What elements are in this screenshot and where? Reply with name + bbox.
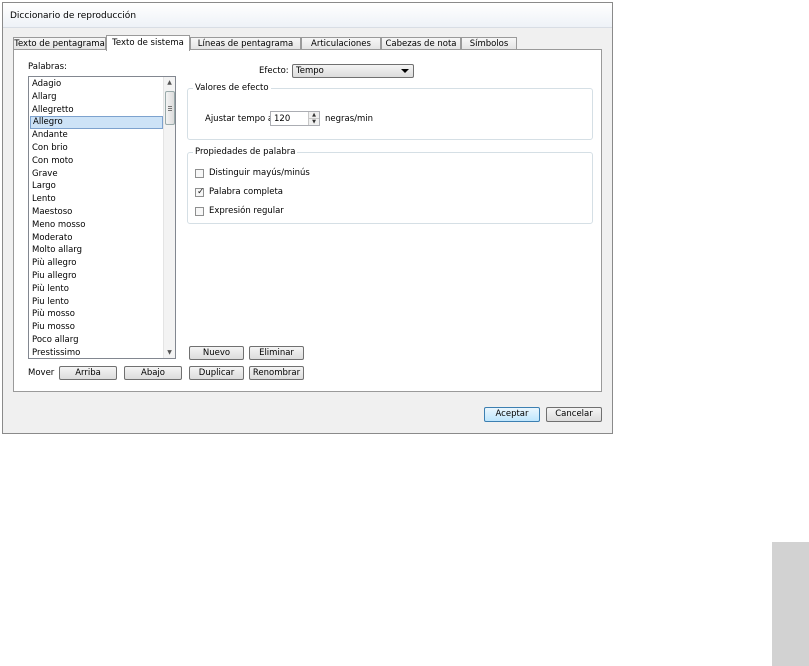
cancel-button[interactable]: Cancelar [546,407,602,422]
words-list[interactable]: Adagio Allarg Allegretto Allegro Andante Con … [28,76,176,359]
whole-word-label: Palabra completa [209,187,284,197]
scroll-up-icon[interactable]: ▲ [164,77,175,88]
list-item[interactable]: Moderato [30,232,163,245]
case-sensitive-label: Distinguir mayús/minús [209,168,310,178]
whole-word-checkbox[interactable]: ✓ [195,187,205,197]
effect-value: Tempo [296,66,324,76]
rename-button[interactable]: Renombrar [249,366,304,380]
list-item[interactable]: Grave [30,168,163,181]
window-title: Diccionario de reproducción [10,11,137,21]
effect-label: Efecto: [259,66,289,76]
regex-checkbox[interactable] [195,207,204,216]
words-scrollbar[interactable]: ▲ ▼ [163,77,175,358]
list-item[interactable]: Piu lento [30,296,163,309]
list-item[interactable]: Meno mosso [30,219,163,232]
chevron-down-icon [401,69,409,73]
check-icon: ✓ [197,187,205,197]
list-item[interactable]: Più allegro [30,257,163,270]
list-item[interactable]: Più mosso [30,308,163,321]
list-item[interactable]: Poco allarg [30,334,163,347]
list-item[interactable]: Con moto [30,155,163,168]
effect-values-title: Valores de efecto [193,83,271,93]
tab-panel: Palabras: Adagio Allarg Allegretto Allegro A… [13,49,602,392]
list-item[interactable]: Molto allarg [30,244,163,257]
new-button[interactable]: Nuevo [189,346,244,360]
background-panel [772,542,809,666]
word-properties-title: Propiedades de palabra [193,147,298,157]
effect-select[interactable]: Tempo [292,64,414,78]
words-label: Palabras: [28,62,67,72]
move-down-button[interactable]: Abajo [124,366,182,380]
list-item[interactable]: Maestoso [30,206,163,219]
list-item[interactable]: Adagio [30,78,163,91]
ok-button[interactable]: Aceptar [484,407,540,422]
delete-button[interactable]: Eliminar [249,346,304,360]
tab-system-text[interactable]: Texto de sistema [106,35,190,51]
list-item[interactable]: Andante [30,129,163,142]
list-item[interactable]: Piu mosso [30,321,163,334]
tempo-stepper[interactable]: 120 ▲ ▼ [270,111,320,126]
case-sensitive-checkbox[interactable] [195,169,204,178]
list-item[interactable]: Prestissimo [30,347,163,358]
word-properties-group: Propiedades de palabra Distinguir mayús/… [187,147,593,224]
tempo-value: 120 [274,114,291,124]
list-item[interactable]: Più lento [30,283,163,296]
scroll-thumb[interactable] [165,91,175,125]
stepper-down-icon[interactable]: ▼ [308,118,319,125]
scroll-down-icon[interactable]: ▼ [164,347,175,358]
move-up-button[interactable]: Arriba [59,366,117,380]
list-item[interactable]: Allarg [30,91,163,104]
move-label: Mover [28,368,55,378]
title-bar: Diccionario de reproducción [3,3,612,28]
list-item[interactable]: Allegretto [30,104,163,117]
playback-dictionary-dialog: Diccionario de reproducción Texto de pen… [2,2,613,434]
list-item[interactable]: Piu allegro [30,270,163,283]
tempo-label: Ajustar tempo a: [205,114,276,124]
tempo-unit: negras/min [325,114,374,124]
list-item[interactable]: Allegro [30,116,163,130]
list-item[interactable]: Lento [30,193,163,206]
effect-values-group: Valores de efecto Ajustar tempo a: 120 ▲… [187,83,593,140]
list-item[interactable]: Con brio [30,142,163,155]
list-item[interactable]: Largo [30,180,163,193]
duplicate-button[interactable]: Duplicar [189,366,244,380]
regex-label: Expresión regular [209,206,284,216]
